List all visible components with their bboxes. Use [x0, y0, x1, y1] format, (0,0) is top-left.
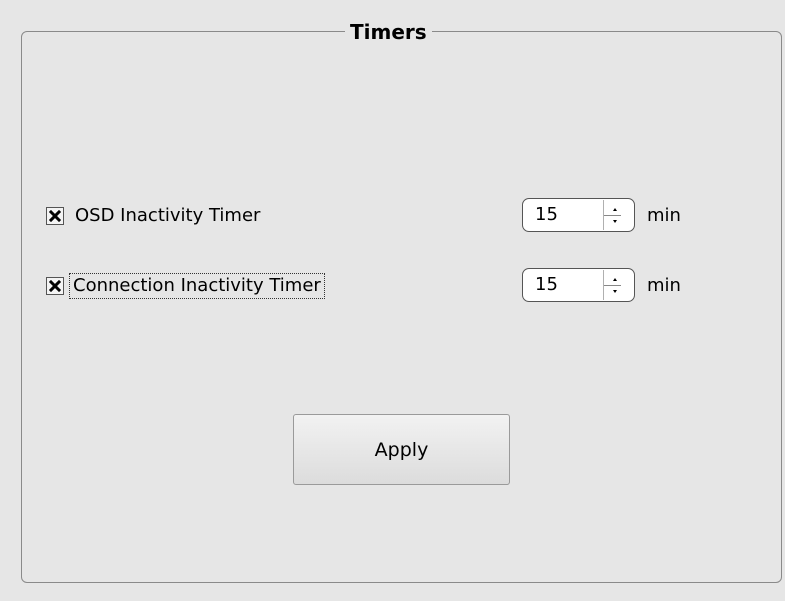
osd-inactivity-spinbox[interactable]: 15 — [522, 198, 635, 232]
osd-inactivity-value[interactable]: 15 — [535, 204, 558, 226]
osd-inactivity-unit: min — [647, 205, 681, 226]
connection-inactivity-checkbox[interactable] — [46, 277, 64, 295]
timers-group-title: Timers — [345, 20, 432, 44]
osd-inactivity-row: OSD Inactivity Timer — [46, 198, 263, 234]
apply-button[interactable]: Apply — [293, 414, 510, 485]
osd-inactivity-label: OSD Inactivity Timer — [75, 205, 261, 226]
timers-panel: Timers OSD Inactivity Timer 15 min Conne… — [0, 0, 785, 601]
connection-inactivity-row: Connection Inactivity Timer — [46, 268, 325, 304]
connection-inactivity-stepper — [603, 270, 632, 300]
connection-inactivity-value[interactable]: 15 — [535, 274, 558, 296]
spin-down-arrow-icon[interactable] — [613, 290, 617, 293]
stepper-divider — [604, 285, 621, 286]
stepper-divider — [604, 215, 621, 216]
timers-groupbox — [21, 31, 782, 583]
osd-inactivity-stepper — [603, 200, 632, 230]
connection-inactivity-label: Connection Inactivity Timer — [69, 273, 325, 299]
spin-up-arrow-icon[interactable] — [613, 208, 617, 211]
x-check-icon — [49, 210, 61, 222]
connection-inactivity-spinbox[interactable]: 15 — [522, 268, 635, 302]
spin-down-arrow-icon[interactable] — [613, 220, 617, 223]
spin-up-arrow-icon[interactable] — [613, 278, 617, 281]
connection-inactivity-unit: min — [647, 275, 681, 296]
x-check-icon — [49, 280, 61, 292]
osd-inactivity-checkbox[interactable] — [46, 207, 64, 225]
